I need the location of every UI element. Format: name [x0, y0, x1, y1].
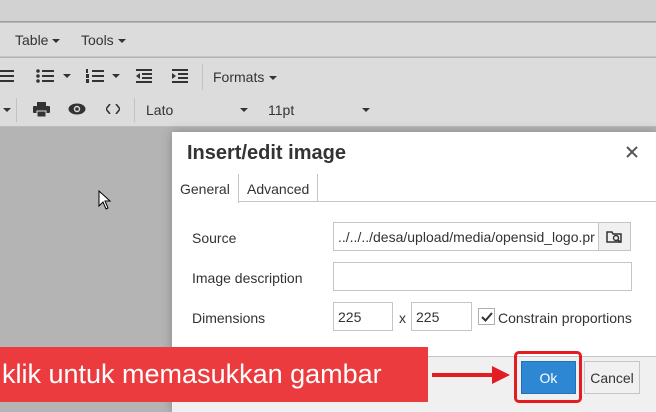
mouse-pointer-icon: [98, 189, 112, 215]
chevron-down-icon[interactable]: [240, 108, 248, 112]
formats-dropdown[interactable]: Formats: [213, 69, 278, 85]
dimensions-label: Dimensions: [192, 310, 266, 326]
align-justify-icon[interactable]: [0, 67, 14, 85]
print-icon[interactable]: [31, 100, 51, 118]
annotation-banner: klik untuk memasukkan gambar: [0, 347, 428, 402]
cancel-button[interactable]: Cancel: [584, 361, 640, 394]
menu-table[interactable]: Table: [15, 32, 61, 48]
chevron-down-icon[interactable]: [63, 74, 71, 78]
arrow-right-icon: [430, 364, 512, 391]
numbered-list-icon[interactable]: [85, 67, 105, 85]
preview-eye-icon[interactable]: [66, 100, 88, 118]
width-input[interactable]: 225: [333, 302, 393, 331]
font-family-select[interactable]: Lato: [146, 102, 173, 118]
formats-label: Formats: [213, 69, 265, 85]
browse-folder-icon: [606, 231, 622, 244]
tab-general[interactable]: General: [172, 174, 239, 203]
source-code-icon[interactable]: [103, 100, 123, 118]
toolbar-row-2: Lato 11pt: [0, 94, 656, 127]
source-input[interactable]: ../../../desa/upload/media/opensid_logo.…: [333, 222, 599, 251]
chevron-down-icon: [269, 76, 278, 81]
menu-table-label: Table: [15, 32, 49, 48]
checkmark-icon: [480, 311, 493, 322]
dialog-title: Insert/edit image: [187, 142, 346, 164]
bullet-list-icon[interactable]: [35, 67, 55, 85]
menu-tools[interactable]: Tools: [81, 32, 126, 48]
toolbar-separator: [16, 98, 17, 122]
height-input[interactable]: 225: [411, 302, 472, 331]
tab-advanced[interactable]: Advanced: [239, 174, 319, 202]
browse-button[interactable]: [598, 222, 631, 251]
chevron-down-icon[interactable]: [3, 108, 11, 112]
menu-tools-label: Tools: [81, 32, 114, 48]
dimension-separator: x: [399, 310, 406, 326]
indent-icon[interactable]: [171, 67, 189, 85]
dialog-tabs: General Advanced: [172, 174, 656, 203]
toolbar-separator: [202, 64, 203, 90]
constrain-proportions-checkbox[interactable]: [478, 308, 495, 325]
chevron-down-icon: [52, 39, 61, 44]
image-description-label: Image description: [192, 270, 303, 286]
toolbar-separator: [134, 98, 135, 122]
window-top-strip: [0, 0, 656, 22]
ok-button[interactable]: Ok: [521, 361, 576, 394]
source-label: Source: [192, 230, 237, 246]
chevron-down-icon: [117, 39, 126, 44]
chevron-down-icon[interactable]: [362, 108, 370, 112]
chevron-down-icon[interactable]: [112, 74, 120, 78]
close-icon[interactable]: [624, 144, 640, 160]
constrain-proportions-label: Constrain proportions: [498, 310, 632, 326]
menubar: Table Tools: [0, 23, 656, 57]
image-description-input[interactable]: [333, 262, 632, 291]
toolbar-row-1: Formats: [0, 58, 656, 94]
font-size-select[interactable]: 11pt: [268, 102, 294, 118]
outdent-icon[interactable]: [135, 67, 153, 85]
